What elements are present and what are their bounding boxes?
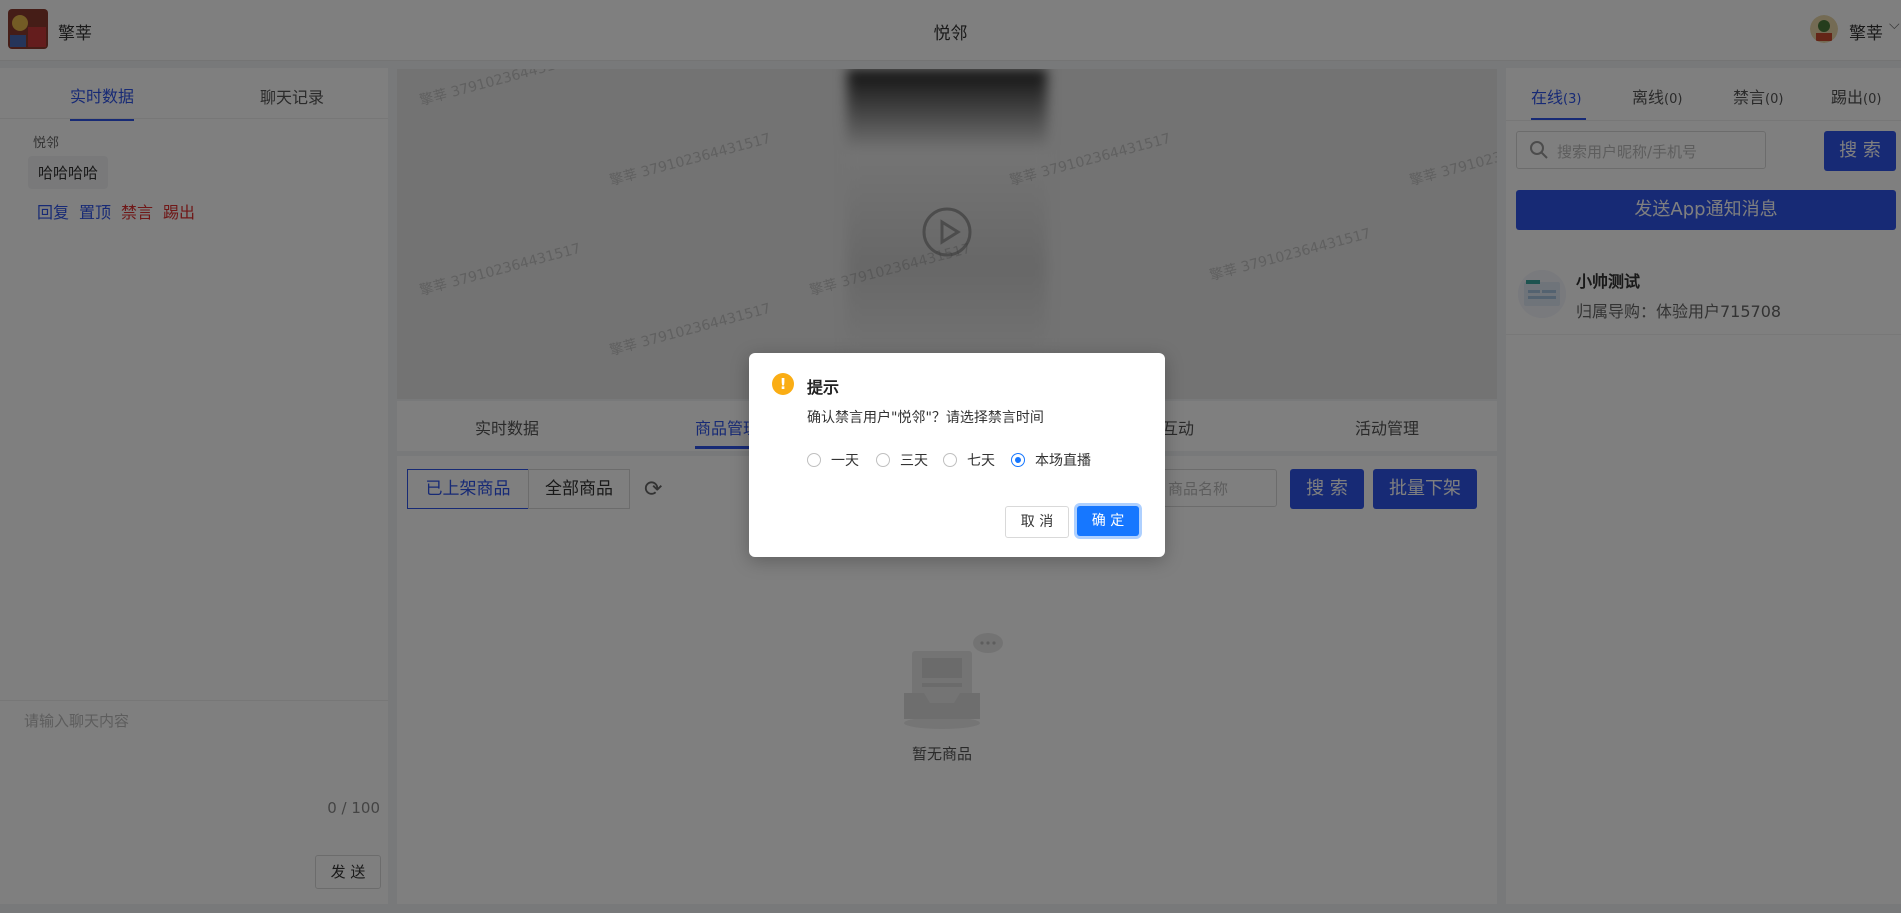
- radio-one-day[interactable]: 一天: [807, 450, 859, 470]
- warning-icon: !: [772, 373, 794, 395]
- radio-circle: [943, 453, 957, 467]
- radio-this-live[interactable]: 本场直播: [1011, 450, 1091, 470]
- radio-circle: [1011, 453, 1025, 467]
- dialog-message: 确认禁言用户"悦邻"？请选择禁言时间: [807, 410, 1044, 426]
- radio-label: 三天: [900, 453, 928, 469]
- confirm-button[interactable]: 确 定: [1077, 506, 1139, 536]
- radio-label: 七天: [967, 453, 995, 469]
- radio-seven-days[interactable]: 七天: [943, 450, 995, 470]
- cancel-button[interactable]: 取 消: [1005, 506, 1069, 538]
- dialog-title: 提示: [807, 378, 840, 397]
- radio-circle: [807, 453, 821, 467]
- radio-three-days[interactable]: 三天: [876, 450, 928, 470]
- radio-label: 一天: [831, 453, 859, 469]
- mute-confirm-dialog: ! 提示 确认禁言用户"悦邻"？请选择禁言时间 一天 三天 七天 本场直播 取 …: [749, 353, 1165, 557]
- radio-label: 本场直播: [1035, 453, 1091, 469]
- radio-circle: [876, 453, 890, 467]
